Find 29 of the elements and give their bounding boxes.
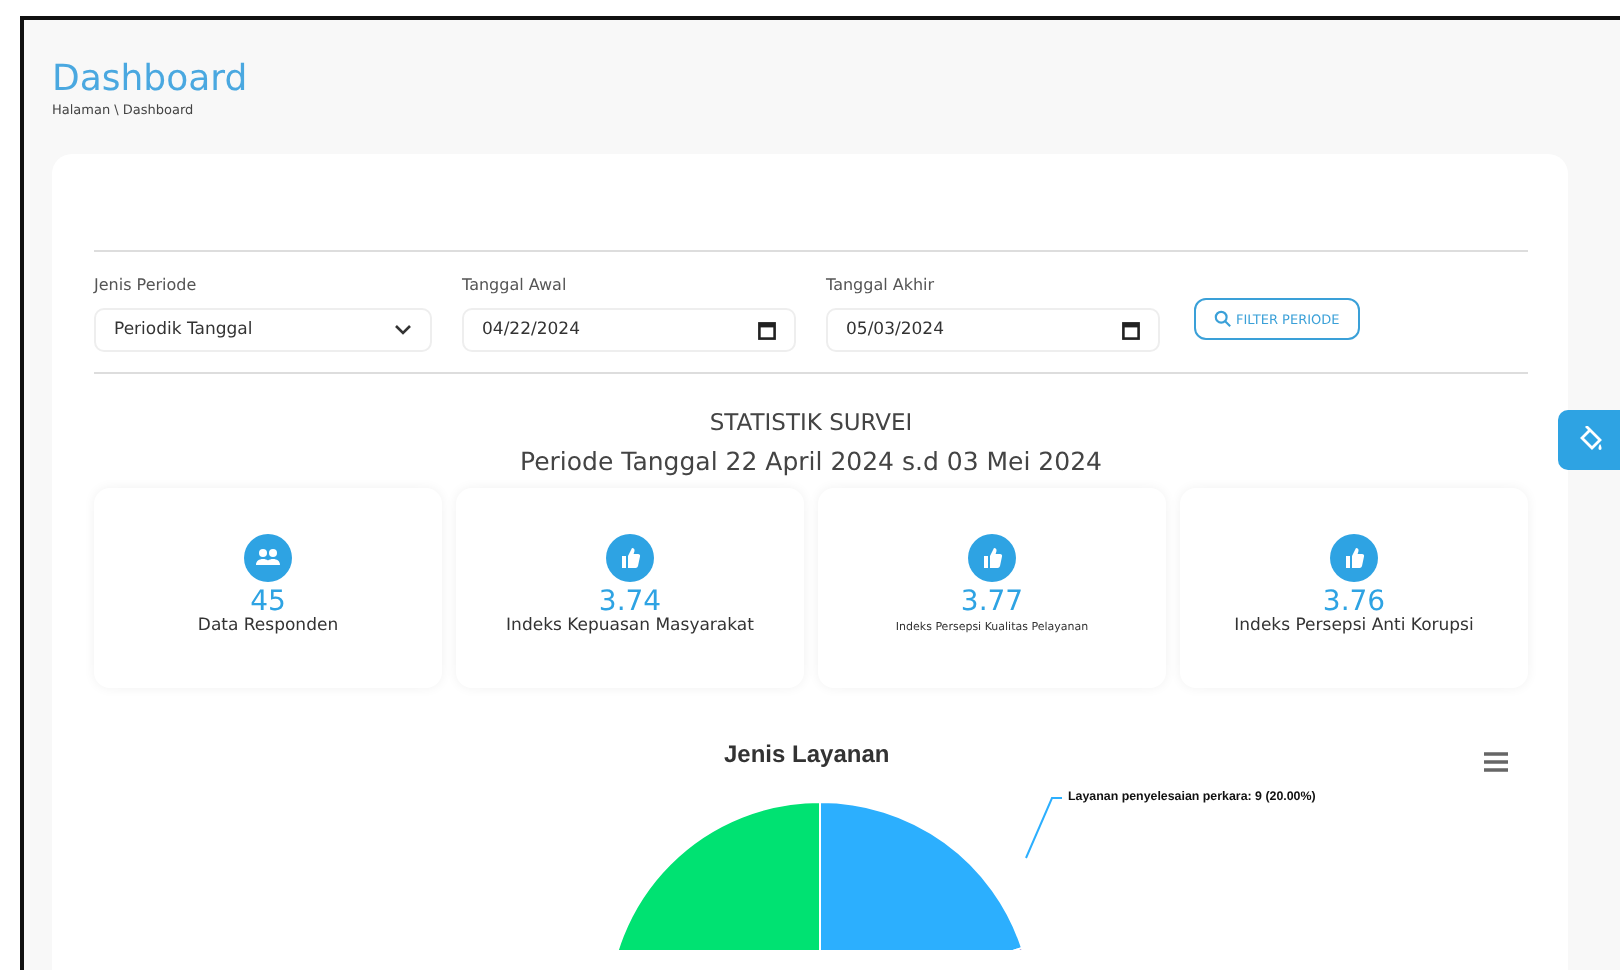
field-label: Tanggal Awal — [462, 276, 569, 294]
search-icon — [1214, 310, 1232, 328]
thumbs-up-icon — [606, 534, 654, 582]
users-icon — [244, 534, 292, 582]
calendar-icon — [1122, 321, 1140, 339]
thumbs-up-icon — [1330, 534, 1378, 582]
chevron-icon — [394, 324, 412, 336]
date-field[interactable]: 05/03/2024 — [826, 308, 1160, 352]
stat-value: 3.77 — [960, 588, 1024, 616]
calendar-icon — [758, 321, 776, 339]
statistics-title: STATISTIK SURVEI — [707, 408, 915, 436]
thumbs-up-icon — [968, 534, 1016, 582]
stat-label: Indeks Persepsi Anti Korupsi — [1234, 616, 1474, 636]
stat-label: Indeks Kepuasan Masyarakat — [506, 616, 754, 636]
period-select[interactable]: Periodik Tanggal — [94, 308, 432, 352]
field-label: Tanggal Akhir — [826, 276, 937, 294]
period-text: Periode Tanggal 22 April 2024 s.d 03 Mei 2024 — [518, 446, 1104, 476]
paint-bucket-icon — [1576, 426, 1604, 454]
stat-value: 3.76 — [1322, 588, 1386, 616]
stat-label: Data Responden — [197, 616, 339, 636]
leader-line — [1024, 796, 1064, 860]
stat-value: 3.74 — [598, 588, 662, 616]
chart-title: Jenis Layanan — [724, 740, 890, 768]
stat-value: 45 — [250, 588, 286, 616]
date-field[interactable]: 04/22/2024 — [462, 308, 796, 352]
paint-bucket-button[interactable] — [1558, 410, 1620, 470]
menu-icon[interactable] — [1484, 752, 1508, 772]
field-label: Jenis Periode — [94, 276, 199, 294]
page-title: Dashboard — [52, 60, 250, 100]
